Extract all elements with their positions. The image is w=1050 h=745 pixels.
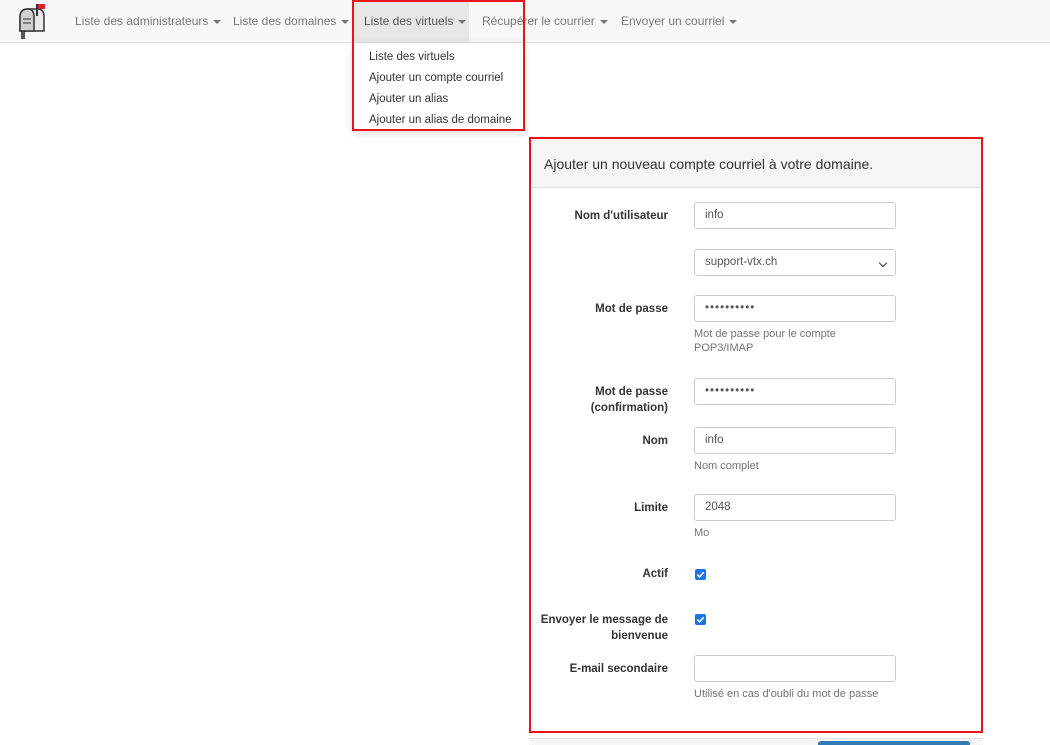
domain-select-value: support-vtx.ch: [705, 256, 778, 268]
fullname-help: Nom complet: [694, 460, 759, 472]
virtual-list-dropdown-menu: Liste des virtuels Ajouter un compte cou…: [353, 42, 525, 130]
submit-button[interactable]: [818, 741, 970, 745]
nav-domain-list-label: Liste des domaines: [233, 14, 337, 28]
password-confirm-label: Mot de passe (confirmation): [590, 386, 668, 414]
quota-input[interactable]: 2048: [694, 494, 896, 521]
nav-send-mail[interactable]: Envoyer un courriel: [621, 0, 738, 42]
chevron-down-icon: [878, 258, 888, 268]
caret-down-icon: [599, 19, 608, 24]
quota-help: Mo: [694, 527, 710, 539]
dropdown-item-add-mailbox[interactable]: Ajouter un compte courriel: [354, 68, 524, 89]
quota-label: Limite: [634, 502, 668, 514]
panel-title: Ajouter un nouveau compte courriel à vot…: [531, 139, 981, 188]
username-input[interactable]: info: [694, 202, 896, 229]
password-input[interactable]: ••••••••••: [694, 295, 896, 322]
nav-admin-list-label: Liste des administrateurs: [75, 14, 209, 28]
caret-down-icon: [341, 19, 350, 24]
password-confirm-input[interactable]: ••••••••••: [694, 378, 896, 405]
dropdown-item-add-alias-domain[interactable]: Ajouter un alias de domaine: [354, 110, 524, 131]
nav-fetch-mail[interactable]: Récupérer le courrier: [482, 0, 608, 42]
fullname-input[interactable]: info: [694, 427, 896, 454]
password-help: Mot de passe pour le compte POP3/IMAP: [694, 328, 836, 354]
welcome-label: Envoyer le message de bienvenue: [540, 614, 668, 642]
secondary-email-help: Utilisé en cas d'oubli du mot de passe: [694, 688, 879, 700]
welcome-checkbox[interactable]: [695, 614, 706, 625]
nav-virtual-list[interactable]: Liste des virtuels: [353, 0, 469, 42]
caret-down-icon: [729, 19, 738, 24]
active-label: Actif: [642, 568, 668, 580]
add-mailbox-panel: Ajouter un nouveau compte courriel à vot…: [529, 137, 983, 733]
caret-down-icon: [458, 19, 467, 24]
nav-domain-list[interactable]: Liste des domaines: [233, 0, 350, 42]
username-label: Nom d'utilisateur: [574, 210, 668, 222]
fullname-label: Nom: [642, 435, 668, 447]
nav-send-mail-label: Envoyer un courriel: [621, 14, 725, 28]
secondary-email-label: E-mail secondaire: [569, 663, 668, 675]
nav-admin-list[interactable]: Liste des administrateurs: [75, 0, 222, 42]
caret-down-icon: [213, 19, 222, 24]
active-checkbox[interactable]: [695, 569, 706, 580]
password-label: Mot de passe: [595, 303, 668, 315]
top-navbar: Liste des administrateurs Liste des doma…: [0, 0, 1050, 43]
mailbox-logo-icon[interactable]: [14, 3, 48, 39]
secondary-email-input[interactable]: [694, 655, 896, 682]
dropdown-item-add-alias[interactable]: Ajouter un alias: [354, 89, 524, 110]
dropdown-item-virtual-list[interactable]: Liste des virtuels: [354, 47, 524, 68]
nav-fetch-mail-label: Récupérer le courrier: [482, 14, 595, 28]
domain-select[interactable]: support-vtx.ch: [694, 249, 896, 276]
nav-virtual-list-label: Liste des virtuels: [364, 14, 454, 28]
